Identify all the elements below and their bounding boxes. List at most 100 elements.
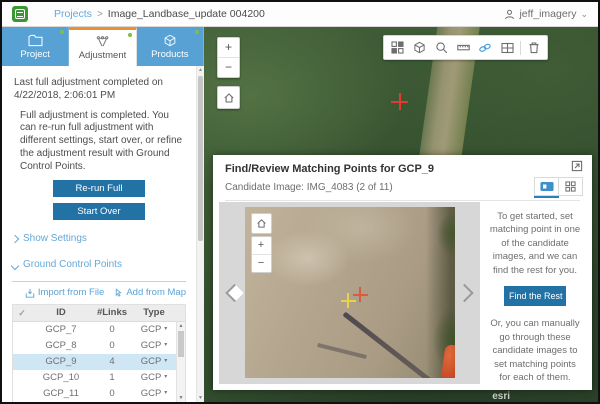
map-zoom-control: + − xyxy=(217,37,240,78)
map-attribution: esri xyxy=(492,391,510,402)
delete-button[interactable] xyxy=(523,37,545,58)
previous-image-button[interactable] xyxy=(225,284,243,302)
gcp-marker-cross xyxy=(391,93,408,110)
toolbar-divider xyxy=(520,41,521,55)
overview-images-button[interactable] xyxy=(386,37,408,58)
tab-project[interactable]: Project xyxy=(2,27,69,66)
start-over-button[interactable]: Start Over xyxy=(53,203,145,220)
home-icon xyxy=(223,92,235,104)
find-the-rest-button[interactable]: Find the Rest xyxy=(504,286,566,306)
photo-zoom-control: + − xyxy=(251,236,272,273)
gcp-id: GCP_11 xyxy=(31,388,91,400)
gcp-table: ✓ ID #Links Type GCP_7 0 GCP▾ GCP_8 0 GC… xyxy=(12,304,186,402)
esri-logo-icon xyxy=(12,6,28,22)
scroll-down-icon[interactable]: ▼ xyxy=(177,394,185,402)
gcp-cross-red xyxy=(353,287,368,302)
dock-panel-button[interactable] xyxy=(571,160,583,172)
ruler-icon xyxy=(457,41,470,54)
app-window: Projects > Image_Landbase_update 004200 … xyxy=(0,0,600,404)
trash-icon xyxy=(528,41,540,54)
dropdown-arrow-icon: ▾ xyxy=(164,374,167,382)
project-title: Image_Landbase_update 004200 xyxy=(108,8,265,20)
table-row[interactable]: GCP_7 0 GCP▾ xyxy=(13,322,176,338)
gcp-type-dropdown[interactable]: GCP▾ xyxy=(133,356,175,368)
scroll-down-icon[interactable]: ▼ xyxy=(197,394,204,402)
panel-title: Find/Review Matching Points for GCP_9 xyxy=(225,163,580,175)
instruction-primary: To get started, set matching point in on… xyxy=(489,210,581,277)
home-extent-button[interactable] xyxy=(217,86,240,109)
table-row-selected[interactable]: GCP_9 4 GCP▾ xyxy=(13,354,176,370)
panel-tabs: Project Adjustment Products xyxy=(2,27,204,66)
gcp-type-dropdown[interactable]: GCP▾ xyxy=(133,372,175,384)
photo-zoom-out-button[interactable]: − xyxy=(252,254,271,272)
single-image-view-button[interactable] xyxy=(535,178,558,195)
gcp-type-dropdown[interactable]: GCP▾ xyxy=(133,388,175,400)
top-bar: Projects > Image_Landbase_update 004200 … xyxy=(2,2,598,27)
user-menu[interactable]: jeff_imagery ⌄ xyxy=(504,8,588,20)
gcp-id: GCP_9 xyxy=(31,356,91,368)
scroll-up-icon[interactable]: ▲ xyxy=(197,66,204,74)
instruction-secondary: Or, you can manually go through these ca… xyxy=(489,317,581,384)
pole-shadow xyxy=(342,312,455,378)
next-image-button[interactable] xyxy=(455,284,473,302)
measure-button[interactable] xyxy=(452,37,474,58)
image-table-button[interactable] xyxy=(496,37,518,58)
last-adjustment-status: Last full adjustment completed on 4/22/2… xyxy=(14,77,184,103)
table-grid-icon xyxy=(501,42,514,54)
user-name: jeff_imagery xyxy=(519,8,576,20)
cube-icon xyxy=(163,34,177,47)
zoom-in-button[interactable]: + xyxy=(218,38,239,57)
candidate-image[interactable]: + − xyxy=(245,207,455,378)
add-from-map-link[interactable]: Add from Map xyxy=(114,287,186,299)
orange-cone xyxy=(440,344,454,378)
links-icon xyxy=(478,41,492,54)
import-from-file-link[interactable]: Import from File xyxy=(25,287,105,299)
panel-scrollbar[interactable]: ▲ ▼ xyxy=(196,66,204,402)
grid-view-icon xyxy=(565,181,576,192)
tab-products[interactable]: Products xyxy=(137,27,204,66)
find-review-body: + − To get started, set matching point i… xyxy=(219,202,586,384)
show-settings-toggle[interactable]: Show Settings xyxy=(12,233,186,246)
photo-home-button[interactable] xyxy=(251,213,272,234)
view-mode-toggle xyxy=(534,177,583,196)
grid-view-button[interactable] xyxy=(558,178,582,195)
breadcrumb-separator: > xyxy=(97,9,103,20)
table-scrollbar[interactable]: ▲ ▼ xyxy=(176,322,185,402)
header-divider xyxy=(225,200,580,201)
zoom-out-button[interactable]: − xyxy=(218,57,239,77)
scroll-up-icon[interactable]: ▲ xyxy=(177,322,185,330)
folder-icon xyxy=(28,34,43,47)
basemap-hexagon-icon xyxy=(413,41,426,54)
adjustment-panel: Last full adjustment completed on 4/22/2… xyxy=(2,66,196,402)
import-file-icon xyxy=(25,288,35,298)
table-row[interactable]: GCP_11 0 GCP▾ xyxy=(13,386,176,402)
gcp-actions: Import from File Add from Map xyxy=(12,287,186,299)
image-overview-icon xyxy=(391,41,404,54)
scrollbar-thumb[interactable] xyxy=(178,331,184,357)
image-view-icon xyxy=(540,181,554,192)
tab-adjustment[interactable]: Adjustment xyxy=(69,27,136,66)
breadcrumb-projects-link[interactable]: Projects xyxy=(54,8,92,20)
user-icon xyxy=(504,9,515,20)
gcp-links: 1 xyxy=(91,372,133,384)
map-toolbar xyxy=(383,35,548,60)
photo-zoom-in-button[interactable]: + xyxy=(252,237,271,254)
col-links: #Links xyxy=(91,307,133,319)
chevron-down-icon: ⌄ xyxy=(580,9,588,20)
basemap-button[interactable] xyxy=(408,37,430,58)
gcp-id: GCP_7 xyxy=(31,324,91,336)
candidate-image-label: Candidate Image: IMG_4083 (2 of 11) xyxy=(225,182,580,193)
table-row[interactable]: GCP_10 1 GCP▾ xyxy=(13,370,176,386)
table-row[interactable]: GCP_8 0 GCP▾ xyxy=(13,338,176,354)
rerun-full-button[interactable]: Re-run Full xyxy=(53,180,145,197)
gcp-section-toggle[interactable]: Ground Control Points xyxy=(12,259,186,272)
map-canvas[interactable]: esri + − xyxy=(204,27,598,402)
gcp-type-dropdown[interactable]: GCP▾ xyxy=(133,340,175,352)
gcp-links-button[interactable] xyxy=(474,37,496,58)
gcp-table-header: ✓ ID #Links Type xyxy=(13,305,185,322)
search-button[interactable] xyxy=(430,37,452,58)
tab-project-label: Project xyxy=(20,49,50,60)
scrollbar-thumb[interactable] xyxy=(198,76,203,241)
gcp-type-dropdown[interactable]: GCP▾ xyxy=(133,324,175,336)
instructions-sidebar: To get started, set matching point in on… xyxy=(480,202,586,384)
